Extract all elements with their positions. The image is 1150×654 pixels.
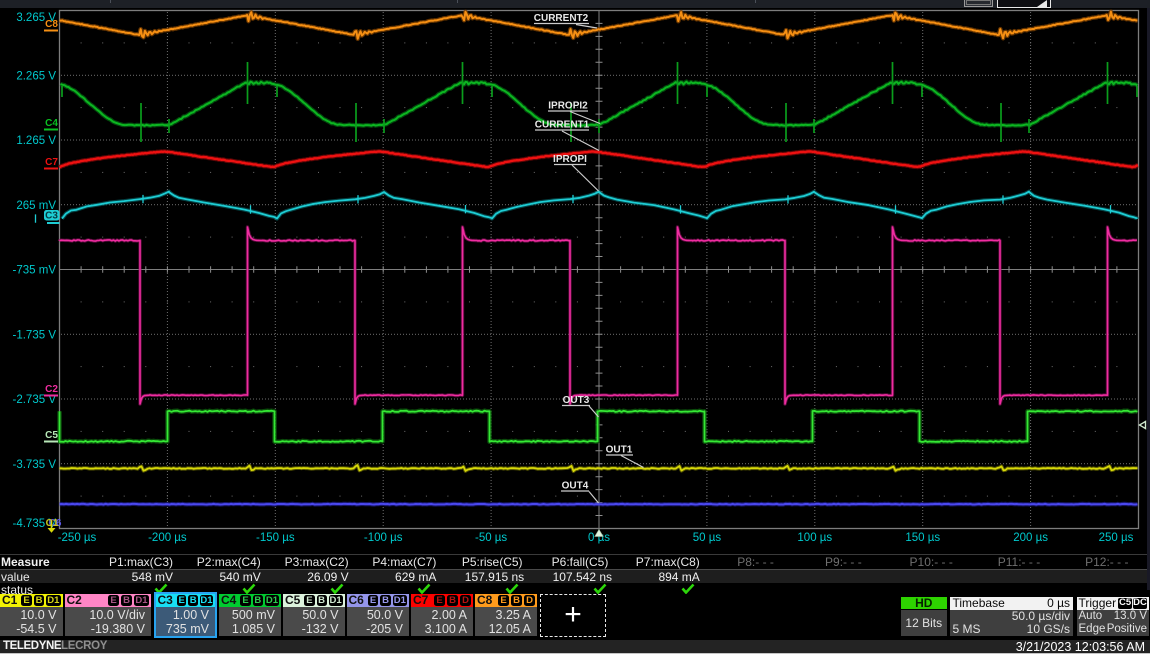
- svg-text:50 µs: 50 µs: [693, 532, 722, 544]
- svg-text:-150 µs: -150 µs: [256, 532, 295, 544]
- svg-text:OUT4: OUT4: [562, 481, 589, 492]
- svg-text:-250 µs: -250 µs: [58, 532, 97, 544]
- svg-text:CURRENT2: CURRENT2: [534, 13, 589, 24]
- svg-text:-3.735 V: -3.735 V: [13, 459, 57, 471]
- svg-text:C2: C2: [45, 384, 58, 395]
- svg-text:-735 mV: -735 mV: [13, 265, 57, 277]
- svg-text:-200 µs: -200 µs: [148, 532, 187, 544]
- svg-text:OUT1: OUT1: [606, 445, 633, 456]
- svg-text:200 µs: 200 µs: [1013, 532, 1048, 544]
- svg-text:C7: C7: [45, 157, 58, 168]
- svg-text:1.265 V: 1.265 V: [16, 135, 56, 147]
- svg-text:150 µs: 150 µs: [905, 532, 940, 544]
- svg-text:IPROPI2: IPROPI2: [548, 101, 588, 112]
- svg-text:100 µs: 100 µs: [797, 532, 832, 544]
- svg-text:-1.735 V: -1.735 V: [13, 329, 57, 341]
- svg-text:C5: C5: [45, 430, 58, 441]
- svg-text:2.265 V: 2.265 V: [16, 70, 56, 82]
- svg-text:CURRENT1: CURRENT1: [535, 120, 590, 131]
- svg-text:C4: C4: [45, 118, 58, 129]
- svg-text:250 µs: 250 µs: [1099, 532, 1134, 544]
- svg-text:-100 µs: -100 µs: [364, 532, 403, 544]
- svg-text:C8: C8: [45, 19, 58, 30]
- svg-text:OUT3: OUT3: [563, 395, 590, 406]
- svg-text:C3: C3: [45, 211, 58, 222]
- svg-text:IPROPI: IPROPI: [553, 154, 587, 165]
- svg-text:-50 µs: -50 µs: [475, 532, 507, 544]
